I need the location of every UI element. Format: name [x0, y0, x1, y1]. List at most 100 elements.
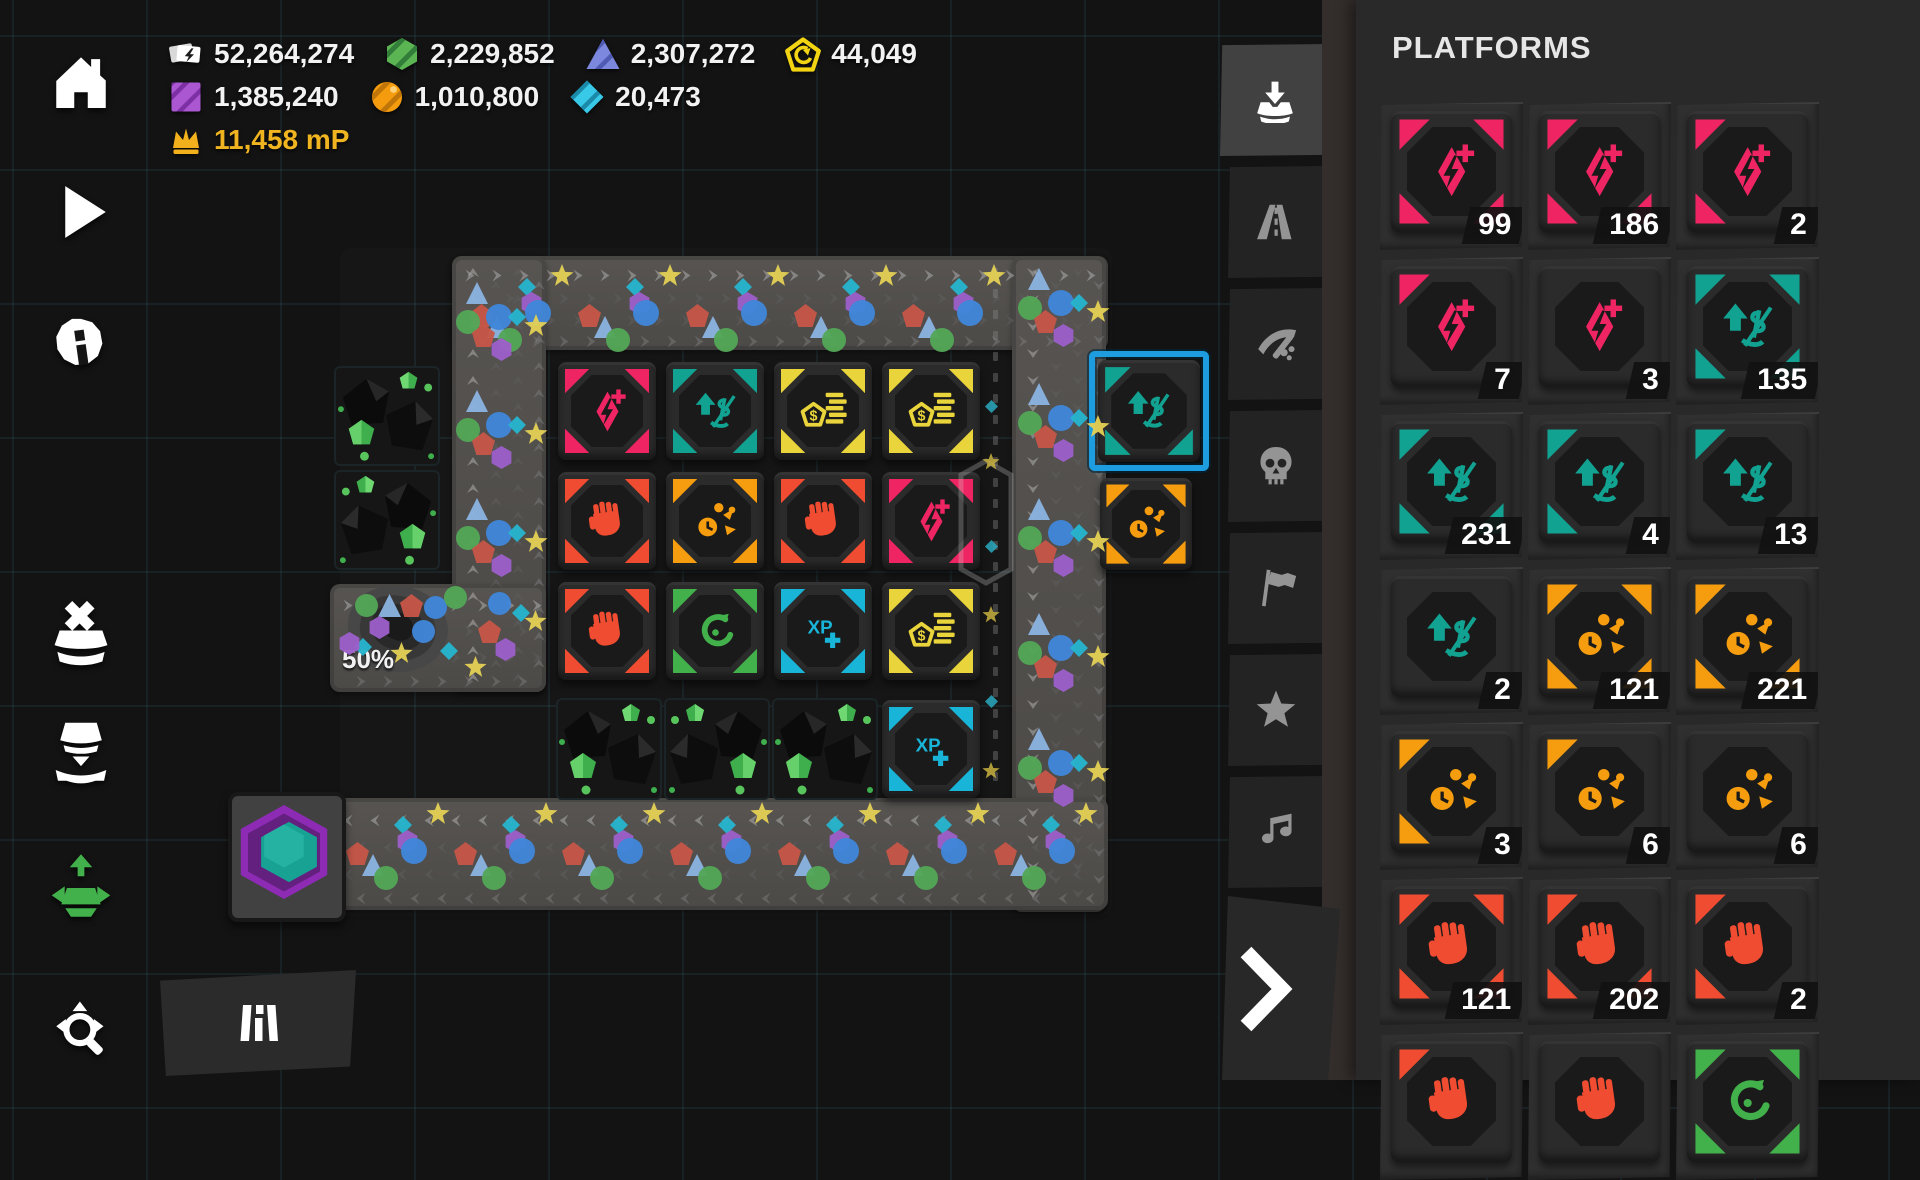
- speed-icon: [1567, 604, 1632, 669]
- ore-rocks[interactable]: [772, 698, 878, 800]
- svg-text:$: $: [917, 408, 925, 424]
- platform-strength[interactable]: [1539, 1041, 1660, 1162]
- resource-yellow-pentagon: 44,049: [785, 36, 917, 72]
- edge-dash: [993, 646, 998, 655]
- money-cards-icon: [168, 36, 204, 72]
- enemy-circle: [914, 866, 938, 890]
- platform-item[interactable]: [1676, 1032, 1819, 1180]
- tower-strength[interactable]: [774, 472, 872, 570]
- enemy-circle: [1049, 838, 1075, 864]
- tower-coins[interactable]: $: [882, 362, 980, 460]
- platform-item[interactable]: 6: [1528, 722, 1671, 870]
- coins-icon: $: [797, 385, 850, 438]
- enemy-circle: [590, 866, 614, 890]
- edge-dash: [993, 478, 998, 487]
- xp-icon: XP: [905, 723, 958, 776]
- platform-count-badge: 4: [1626, 517, 1675, 554]
- platform-count-badge: 7: [1478, 362, 1527, 399]
- platform-count-badge: 121: [1445, 982, 1528, 1019]
- tower-cash[interactable]: [666, 362, 764, 460]
- tower-coins[interactable]: $: [774, 362, 872, 460]
- platform-item[interactable]: 231: [1380, 412, 1523, 560]
- edge-dash: [993, 604, 998, 613]
- expand-panel-button[interactable]: [1236, 944, 1294, 1034]
- ore-rocks[interactable]: [334, 366, 440, 466]
- platform-count: 4: [1642, 518, 1659, 552]
- platform-nature[interactable]: [1687, 1041, 1808, 1162]
- tower-speed[interactable]: [666, 472, 764, 570]
- resource-value: 2,229,852: [430, 38, 555, 70]
- resource-green-hexagon: 2,229,852: [384, 36, 555, 72]
- platform-item[interactable]: 3: [1380, 722, 1523, 870]
- selected-tile-ring: [1089, 351, 1209, 471]
- platform-item[interactable]: [1528, 1032, 1671, 1180]
- platform-strength[interactable]: [1391, 1041, 1512, 1162]
- edge-dash: [993, 520, 998, 529]
- tower-coins[interactable]: $: [882, 582, 980, 680]
- platform-item[interactable]: 121: [1380, 877, 1523, 1025]
- strength-icon: [1419, 914, 1484, 979]
- tower-strength[interactable]: [558, 472, 656, 570]
- coins-icon: $: [905, 605, 958, 658]
- enemy-circle: [482, 866, 506, 890]
- platform-item[interactable]: 2: [1676, 877, 1819, 1025]
- platform-item[interactable]: 221: [1676, 567, 1819, 715]
- resource-value: 11,458 mP: [214, 124, 349, 156]
- damage-icon: [581, 385, 634, 438]
- platforms-panel: PLATFORMS 991862731352314132121221366121…: [1356, 0, 1920, 1080]
- resource-value: 2,307,272: [631, 38, 756, 70]
- damage-icon: [1715, 139, 1780, 204]
- platform-item[interactable]: 186: [1528, 102, 1671, 250]
- enemy-circle: [617, 838, 643, 864]
- platform-item[interactable]: [1380, 1032, 1523, 1180]
- platform-count-badge: 6: [1626, 827, 1675, 864]
- platform-count-badge: 13: [1757, 517, 1823, 554]
- strength-icon: [1567, 914, 1632, 979]
- ore-rocks[interactable]: [664, 698, 770, 800]
- enemy-circle: [941, 838, 967, 864]
- speed-icon: [1121, 499, 1171, 549]
- platform-count: 121: [1609, 673, 1659, 707]
- resource-bar: 52,264,2742,229,8522,307,27244,0491,385,…: [168, 36, 917, 158]
- tower-nature[interactable]: [666, 582, 764, 680]
- platform-item[interactable]: 4: [1528, 412, 1671, 560]
- platform-count: 3: [1642, 363, 1659, 397]
- platform-item[interactable]: 121: [1528, 567, 1671, 715]
- edge-dash: [993, 667, 998, 676]
- damage-icon: [905, 495, 958, 548]
- platform-item[interactable]: 6: [1676, 722, 1819, 870]
- platform-count: 6: [1790, 828, 1807, 862]
- platform-item[interactable]: 13: [1676, 412, 1819, 560]
- platform-item[interactable]: 99: [1380, 102, 1523, 250]
- gate-outline: [958, 458, 1014, 591]
- strength-icon: [797, 495, 850, 548]
- ore-rocks[interactable]: [556, 698, 662, 800]
- strength-icon: [1567, 1069, 1632, 1134]
- ore-rocks[interactable]: [334, 470, 440, 570]
- enemy-circle: [374, 866, 398, 890]
- coins-icon: $: [905, 385, 958, 438]
- tower-xp[interactable]: XP: [882, 700, 980, 798]
- edge-dash: [993, 394, 998, 403]
- platform-item[interactable]: 7: [1380, 257, 1523, 405]
- blue-triangle-icon: [585, 36, 621, 72]
- tower-damage[interactable]: [558, 362, 656, 460]
- tower-xp[interactable]: XP: [774, 582, 872, 680]
- platform-item[interactable]: 2: [1676, 102, 1819, 250]
- speed-icon: [1567, 759, 1632, 824]
- enemy-circle: [355, 594, 378, 617]
- tower-strength[interactable]: [558, 582, 656, 680]
- tower-speed[interactable]: [1100, 478, 1192, 570]
- platform-count-badge: 135: [1741, 362, 1824, 399]
- resource-row: 11,458 mP: [168, 122, 917, 158]
- resource-value: 1,010,800: [415, 81, 540, 113]
- platform-item[interactable]: 202: [1528, 877, 1671, 1025]
- platform-count-badge: 221: [1741, 672, 1824, 709]
- xp-icon: XP: [797, 605, 850, 658]
- edge-dash: [993, 751, 998, 760]
- platform-item[interactable]: 3: [1528, 257, 1671, 405]
- milestone-banner[interactable]: [160, 970, 356, 1076]
- resource-row: 1,385,2401,010,80020,473: [168, 79, 917, 115]
- platform-item[interactable]: 2: [1380, 567, 1523, 715]
- platform-item[interactable]: 135: [1676, 257, 1819, 405]
